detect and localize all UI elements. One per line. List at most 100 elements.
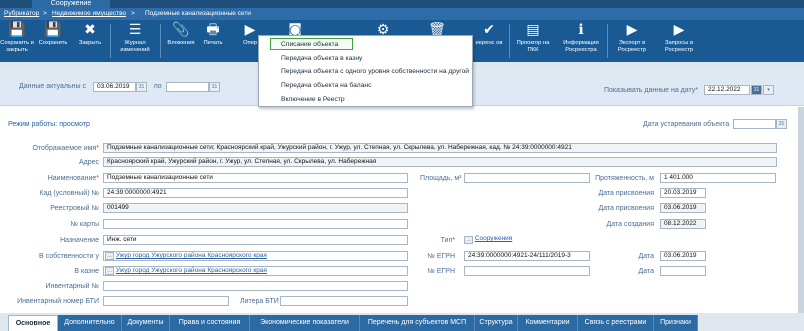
save-close-icon: 💾 — [8, 22, 26, 38]
breadcrumb-separator: > — [43, 10, 47, 17]
map-pkk-button[interactable]: ▤ Проокгор на ПКК — [511, 21, 555, 61]
calendar-icon[interactable]: 31 — [751, 85, 762, 95]
ownership-link[interactable]: Ужур город Ужурского района Красноярског… — [116, 252, 267, 259]
change-journal-button[interactable]: ☰ Журнал изменений — [113, 21, 157, 61]
tab-registry-links[interactable]: Связь с реестрами — [578, 315, 654, 331]
obsolete-date-field[interactable] — [733, 119, 776, 129]
tab-documents[interactable]: Документы — [122, 315, 170, 331]
type-label: Тип — [440, 237, 453, 244]
actual-from-field[interactable]: 03.06.2019 — [93, 82, 136, 92]
lookup-icon[interactable]: … — [105, 252, 114, 260]
attachments-button[interactable]: 📎 Вложения — [162, 21, 200, 61]
toolbar-separator — [110, 24, 111, 58]
bti-letter-label: Литера БТИ — [240, 298, 279, 305]
display-name-label: Отображаемое имя — [32, 145, 97, 152]
purpose-field[interactable]: Инж. сети — [103, 235, 408, 245]
tab-rights[interactable]: Права и состояния — [170, 315, 250, 331]
display-name-field: Подземные канализационные сети; Краснояр… — [103, 143, 777, 153]
menu-item-transfer-level[interactable]: Передача объекта с одного уровня собстве… — [260, 66, 471, 78]
menu-item-include-registry[interactable]: Включение в Реестр — [260, 94, 471, 106]
inventory-number-field[interactable] — [103, 281, 408, 291]
info-rosreestr-icon: ℹ — [578, 22, 584, 38]
toolbar-separator — [607, 24, 608, 58]
calendar-icon[interactable]: 31 — [209, 82, 220, 92]
assign-date-field[interactable]: 20.03.2019 — [660, 188, 706, 198]
egrn-date2-field[interactable] — [660, 266, 706, 276]
breadcrumb-item-rubricator[interactable]: Рубрикатор — [4, 10, 39, 18]
egrn-date-label: Дата — [638, 253, 654, 260]
tab-main[interactable]: Основное — [8, 315, 58, 331]
assign-date2-label: Дата присвоения — [598, 205, 654, 212]
menu-item-transfer-treasury[interactable]: Передача объекта в казну — [260, 53, 471, 65]
calendar-icon[interactable]: 31 — [776, 119, 787, 129]
card-number-field[interactable] — [103, 219, 408, 229]
breadcrumb: Рубрикатор > Недвижимое имущество > Подз… — [0, 8, 804, 20]
operations-dropdown-menu: Списание объекта Передача объекта в казн… — [258, 35, 473, 107]
rosreestr-info-button[interactable]: ℹ Информация Росреестра — [558, 21, 604, 61]
tab-comments[interactable]: Комментарии — [518, 315, 578, 331]
assign-date2-field: 03.06.2019 — [660, 203, 706, 213]
tabs-bar: Основное Дополнительно Документы Права и… — [0, 313, 804, 331]
tab-structure[interactable]: Структура — [475, 315, 518, 331]
type-link[interactable]: Сооружения — [475, 235, 513, 242]
egrn-date-field[interactable]: 03.06.2019 — [660, 251, 706, 261]
length-field[interactable]: 1 401.000 — [660, 173, 776, 183]
save-and-close-button[interactable]: 💾 Сохранить и закрыть — [0, 21, 34, 61]
egrn-number2-field[interactable] — [464, 266, 590, 276]
show-data-date-field[interactable]: 22.12.2022 — [704, 85, 750, 95]
journal-icon: ☰ — [128, 22, 142, 38]
menu-item-write-off[interactable]: Списание объекта — [270, 38, 353, 50]
egrn-number-label: № ЕГРН — [427, 253, 455, 260]
bti-letter-field[interactable] — [280, 296, 408, 306]
vertical-scrollbar[interactable] — [798, 107, 804, 313]
cadastral-number-field[interactable]: 24:39:0000000:4921 — [103, 188, 408, 198]
requests-rosreestr-button[interactable]: ▶ Запросы в Росреестр — [657, 21, 701, 61]
name-label: Наименование — [47, 175, 97, 182]
chevron-down-icon[interactable]: ▾ — [763, 85, 774, 95]
close-icon: ✖ — [84, 22, 96, 38]
mode-label: Режим работы: просмотр — [8, 121, 90, 128]
calendar-icon[interactable]: 31 — [136, 82, 147, 92]
name-field[interactable]: Подземные канализационные сети — [103, 173, 408, 183]
actual-from-label: Данные актуальны с — [19, 83, 86, 90]
lookup-icon[interactable]: … — [464, 236, 473, 244]
toolbar-separator — [509, 24, 510, 58]
save-button[interactable]: 💾 Сохранить — [36, 21, 70, 61]
tab-msp-list[interactable]: Перечень для субъектов МСП — [360, 315, 475, 331]
cadastral-number-label: Кад (условный) № — [39, 190, 99, 197]
tab-economic[interactable]: Экономические показатели — [250, 315, 360, 331]
menu-item-transfer-balance[interactable]: Передача объекта на баланс — [260, 80, 471, 92]
link-check-icon: ✔ — [483, 22, 495, 38]
tab-additional[interactable]: Дополнительно — [58, 315, 122, 331]
treasury-link[interactable]: Ужур город Ужурского района Красноярског… — [116, 267, 267, 274]
export-icon: ▶ — [626, 22, 638, 38]
print-icon: 🖶 — [206, 22, 220, 38]
window-title-bar — [0, 0, 804, 8]
inventory-number-label: Инвентарный № — [45, 283, 99, 290]
length-label: Протяженность, м — [595, 175, 654, 182]
bti-number-field[interactable] — [103, 296, 229, 306]
address-label: Адрес — [78, 159, 99, 166]
created-date-label: Дата создания — [606, 221, 654, 228]
lookup-icon[interactable]: … — [105, 267, 114, 275]
print-button[interactable]: 🖶 Печать — [198, 21, 228, 61]
object-form: Режим работы: просмотр Дата устаревания … — [0, 107, 804, 313]
egrn-number-field[interactable]: 24:39:0000000:4921-24/111/2019-3 — [464, 251, 590, 261]
obsolete-date-label: Дата устаревания объекта — [643, 121, 730, 128]
address-field: Красноярский край, Ужурский район, г. Уж… — [103, 157, 777, 167]
actual-to-field[interactable] — [166, 82, 209, 92]
link-check-button[interactable]: ✔ иеренс ов — [472, 21, 506, 61]
tab-attributes[interactable]: Признаки — [654, 315, 698, 331]
operations-icon: ▶ — [244, 22, 256, 38]
close-button[interactable]: ✖ Закрыть — [73, 21, 107, 61]
created-date-field: 08.12.2022 — [660, 219, 706, 229]
breadcrumb-separator: > — [131, 10, 135, 17]
area-field[interactable] — [464, 173, 590, 183]
breadcrumb-item-real-estate[interactable]: Недвижимое имущество — [52, 10, 126, 18]
save-icon: 💾 — [44, 22, 62, 38]
export-rosreestr-button[interactable]: ▶ Экспорт в Росреестр — [610, 21, 654, 61]
attachment-icon: 📎 — [172, 22, 190, 38]
actual-to-label: по — [154, 83, 162, 90]
show-data-on-date-label: Показывать данные на дату* — [604, 87, 698, 94]
egrn-date2-label: Дата — [638, 268, 654, 275]
